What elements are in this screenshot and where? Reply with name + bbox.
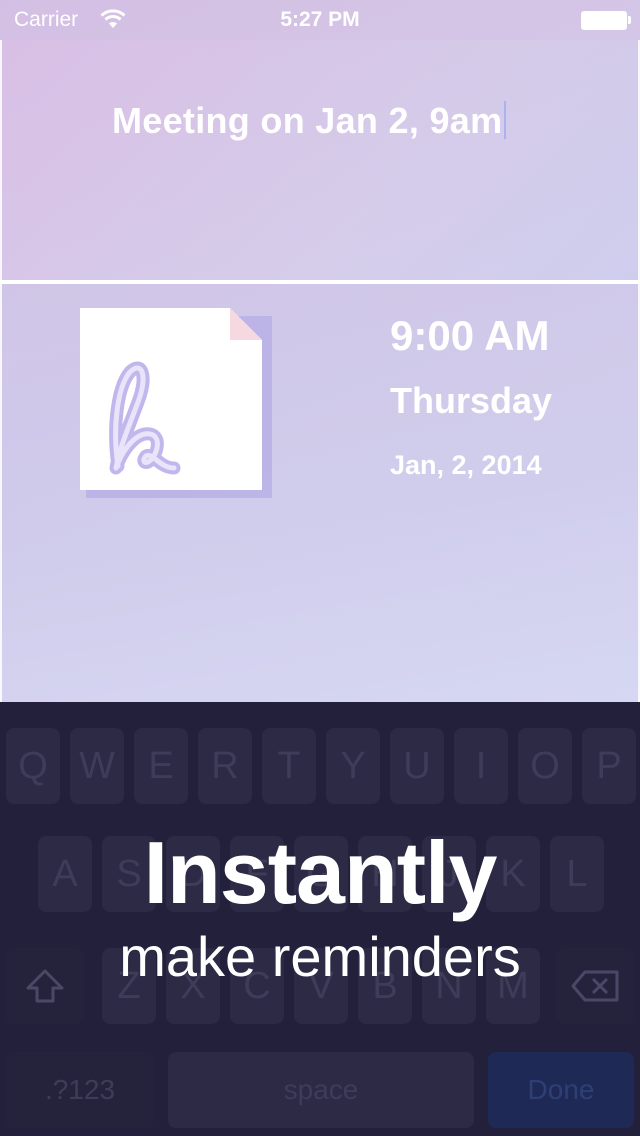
key-i[interactable]: I bbox=[454, 728, 508, 804]
reminder-date: Jan, 2, 2014 bbox=[390, 450, 542, 480]
reminder-day: Thursday bbox=[390, 380, 553, 421]
status-time: 5:27 PM bbox=[280, 8, 360, 31]
key-y[interactable]: Y bbox=[326, 728, 380, 804]
space-key[interactable]: space bbox=[168, 1052, 474, 1128]
reminder-input[interactable]: Meeting on Jan 2, 9am bbox=[112, 100, 507, 142]
status-bar: Carrier 5:27 PM bbox=[0, 0, 640, 40]
text-caret bbox=[504, 101, 507, 139]
reminder-preview-panel: 9:00 AM Thursday Jan, 2, 2014 bbox=[0, 284, 640, 702]
key-p[interactable]: P bbox=[582, 728, 636, 804]
app-logo-note-icon bbox=[78, 306, 272, 498]
key-w[interactable]: W bbox=[70, 728, 124, 804]
done-key[interactable]: Done bbox=[488, 1052, 634, 1128]
left-border bbox=[0, 40, 2, 702]
reminder-time: 9:00 AM bbox=[390, 312, 550, 359]
battery-icon bbox=[581, 11, 627, 30]
screen: Carrier 5:27 PM Meeting on Jan 2, 9am 9: bbox=[0, 0, 640, 1136]
numbers-key[interactable]: .?123 bbox=[6, 1052, 154, 1128]
caption-headline: Instantly bbox=[143, 823, 498, 922]
reminder-input-panel[interactable]: Meeting on Jan 2, 9am bbox=[0, 40, 640, 280]
key-q[interactable]: Q bbox=[6, 728, 60, 804]
key-t[interactable]: T bbox=[262, 728, 316, 804]
caption-subline: make reminders bbox=[119, 925, 521, 988]
key-o[interactable]: O bbox=[518, 728, 572, 804]
reminder-input-text: Meeting on Jan 2, 9am bbox=[112, 100, 503, 141]
key-u[interactable]: U bbox=[390, 728, 444, 804]
battery-tip-icon bbox=[628, 16, 631, 24]
key-r[interactable]: R bbox=[198, 728, 252, 804]
key-e[interactable]: E bbox=[134, 728, 188, 804]
